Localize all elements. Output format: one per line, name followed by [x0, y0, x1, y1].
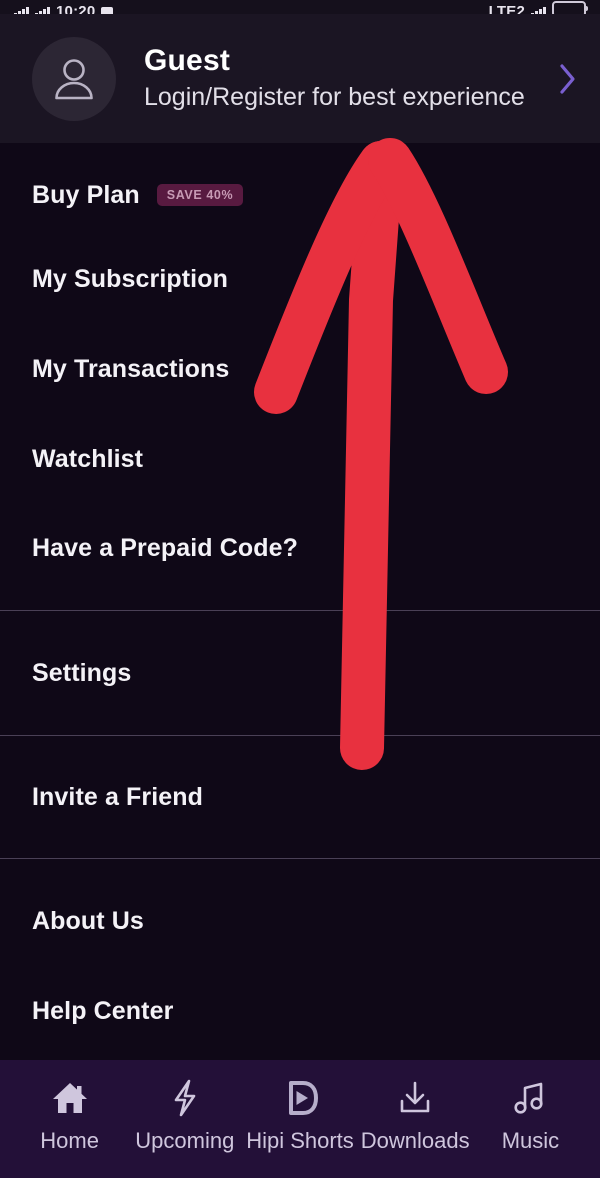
chevron-right-icon: [560, 63, 575, 94]
nav-item-label: Upcoming: [135, 1128, 235, 1153]
nav-item-label: Downloads: [360, 1128, 470, 1153]
profile-chevron[interactable]: [556, 62, 578, 96]
save-badge: SAVE 40%: [156, 183, 244, 207]
menu-item-invite-a-friend[interactable]: Invite a Friend: [0, 774, 600, 820]
nav-item-downloads[interactable]: Downloads: [358, 1077, 473, 1154]
signal-bars-icon-3: [531, 6, 546, 14]
download-icon: [395, 1077, 435, 1119]
nav-item-music[interactable]: Music: [473, 1077, 588, 1154]
status-bar-left: 10:20: [14, 0, 114, 14]
status-bar: 10:20 LTE2: [0, 0, 600, 14]
nav-item-label: Music: [501, 1128, 560, 1153]
menu-item-label: Buy Plan: [32, 180, 140, 209]
profile-name: Guest: [144, 43, 231, 77]
person-avatar-icon: [55, 58, 93, 99]
menu-item-about-us[interactable]: About Us: [0, 898, 600, 944]
status-bar-time: 10:20: [56, 3, 96, 14]
nav-item-hipi-shorts[interactable]: Hipi Shorts: [242, 1077, 357, 1154]
signal-bars-icon: [14, 6, 29, 14]
menu-item-my-subscription[interactable]: My Subscription: [0, 256, 600, 302]
nav-item-label: Hipi Shorts: [246, 1128, 354, 1153]
battery-icon: [552, 1, 588, 14]
menu-item-watchlist[interactable]: Watchlist: [0, 436, 600, 482]
home-icon: [50, 1077, 90, 1119]
nav-item-label: Home: [40, 1128, 99, 1153]
menu-item-label: Have a Prepaid Code?: [32, 533, 298, 562]
menu-item-label: My Transactions: [32, 354, 230, 383]
menu-divider-2: [0, 735, 600, 736]
profile-text: Guest Login/Register for best experience: [144, 44, 546, 113]
menu-item-my-transactions[interactable]: My Transactions: [0, 346, 600, 392]
music-note-icon: [511, 1077, 549, 1119]
menu-divider-3: [0, 858, 600, 859]
menu-item-prepaid-code[interactable]: Have a Prepaid Code?: [0, 525, 600, 571]
bottom-navigation: Home Upcoming Hipi Shorts Downloads Musi…: [0, 1060, 600, 1178]
menu-divider-1: [0, 610, 600, 611]
status-bar-network: LTE2: [488, 3, 525, 14]
menu-item-label: Watchlist: [32, 444, 144, 473]
status-bar-right: LTE2: [488, 0, 588, 14]
nav-item-upcoming[interactable]: Upcoming: [127, 1077, 242, 1154]
menu-item-help-center[interactable]: Help Center: [0, 988, 600, 1034]
lightning-bolt-icon: [167, 1077, 203, 1119]
menu-item-buy-plan[interactable]: Buy Plan SAVE 40%: [0, 172, 600, 218]
profile-header[interactable]: Guest Login/Register for best experience: [0, 14, 600, 143]
nav-item-home[interactable]: Home: [12, 1077, 127, 1154]
menu-item-settings[interactable]: Settings: [0, 650, 600, 696]
signal-bars-icon-2: [35, 6, 50, 14]
avatar: [32, 36, 116, 121]
menu-item-label: My Subscription: [32, 264, 228, 293]
menu-item-label: Invite a Friend: [32, 782, 203, 811]
menu-item-label: Settings: [32, 658, 132, 687]
profile-subtitle: Login/Register for best experience: [144, 82, 525, 111]
hipi-play-icon: [280, 1077, 320, 1119]
app-root: 10:20 LTE2 Guest Login/Register for best…: [0, 0, 600, 1178]
alarm-icon: [101, 7, 114, 14]
menu-item-label: About Us: [32, 906, 144, 935]
menu-item-label: Help Center: [32, 996, 174, 1025]
